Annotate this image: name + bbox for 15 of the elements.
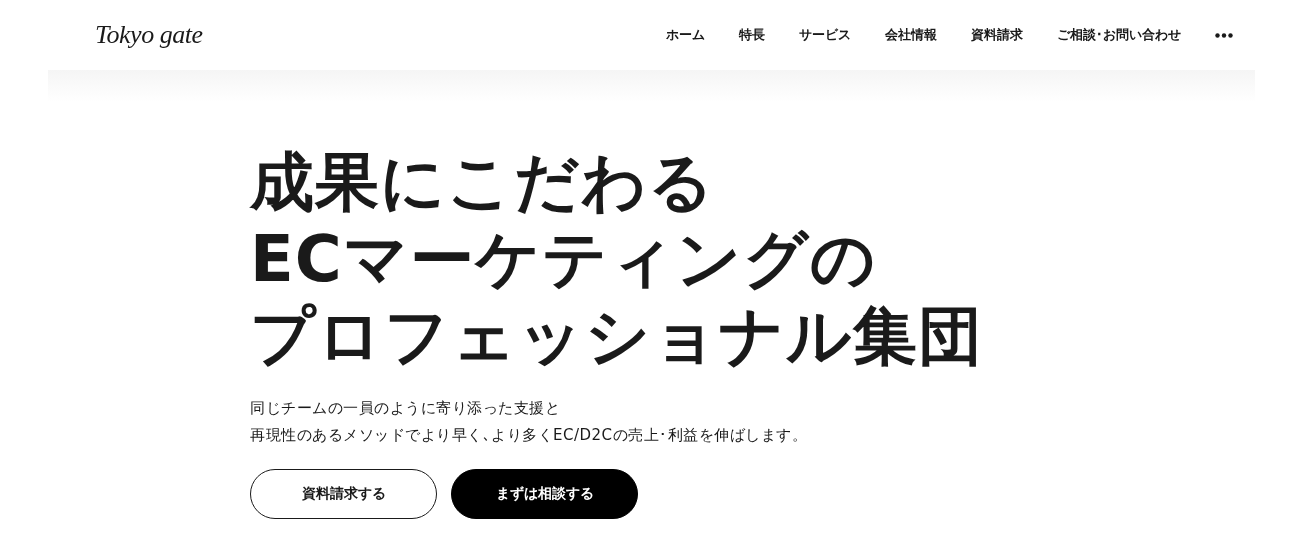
nav-link[interactable]: 資料請求 <box>971 26 1023 44</box>
more-icon[interactable] <box>1215 32 1233 38</box>
nav-link[interactable]: ホーム <box>666 26 705 44</box>
headline: プロフェッショナル集団 <box>250 298 983 375</box>
description: 再現性のあるメソッドでより早く､より多くEC/D2Cの売上･利益を伸ばします。 <box>250 425 808 446</box>
logo[interactable]: Tokyo gate <box>95 20 203 50</box>
headline: 成果にこだわる <box>250 144 715 221</box>
nav-link[interactable]: ご相談･お問い合わせ <box>1057 26 1181 44</box>
cta-button[interactable]: まずは相談する <box>451 469 638 519</box>
cta-button[interactable]: 資料請求する <box>250 469 437 519</box>
nav-link[interactable]: サービス <box>799 26 851 44</box>
description: 同じチームの一員のように寄り添った支援と <box>250 398 560 419</box>
nav-link[interactable]: 特長 <box>739 26 765 44</box>
headline: ECマーケティングの <box>250 221 877 298</box>
nav-link[interactable]: 会社情報 <box>885 26 937 44</box>
